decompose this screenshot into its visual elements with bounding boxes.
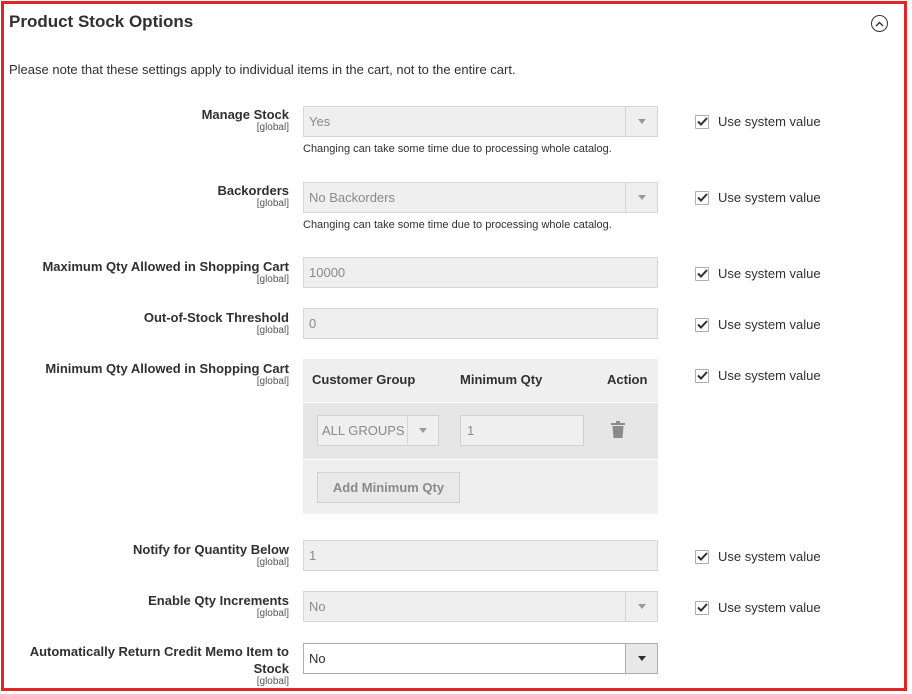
checkmark-icon	[696, 193, 708, 202]
backorders-value: No Backorders	[309, 190, 395, 205]
checkmark-icon	[696, 320, 708, 329]
collapse-button[interactable]	[871, 15, 888, 32]
min-qty-grid: Customer Group Minimum Qty Action ALL GR…	[303, 359, 658, 514]
qty-increments-select[interactable]: No	[303, 591, 658, 622]
backorders-hint: Changing can take some time due to proce…	[303, 219, 612, 231]
oos-threshold-scope: [global]	[256, 325, 289, 336]
manage-stock-scope: [global]	[256, 122, 289, 133]
return-credit-memo-select[interactable]: No	[303, 643, 658, 674]
notify-qty-input[interactable]: 1	[303, 540, 658, 571]
chevron-down-icon	[625, 592, 657, 621]
manage-stock-label-text: Manage Stock	[201, 107, 289, 122]
checkbox-checked[interactable]	[695, 368, 709, 383]
notify-qty-use-system[interactable]: Use system value	[695, 549, 821, 564]
max-qty-value: 10000	[309, 265, 346, 280]
max-qty-use-system[interactable]: Use system value	[695, 266, 821, 281]
max-qty-label: Maximum Qty Allowed in Shopping Cart [gl…	[9, 258, 289, 285]
trash-icon[interactable]	[611, 421, 625, 443]
manage-stock-select[interactable]: Yes	[303, 106, 658, 137]
oos-threshold-input[interactable]: 0	[303, 308, 658, 339]
checkbox-checked[interactable]	[695, 549, 709, 564]
checkbox-checked[interactable]	[695, 317, 709, 332]
minimum-qty-input[interactable]: 1	[460, 415, 584, 446]
oos-threshold-label: Out-of-Stock Threshold [global]	[9, 309, 289, 336]
use-system-label: Use system value	[718, 368, 821, 383]
manage-stock-label: Manage Stock [global]	[9, 106, 289, 133]
min-qty-scope: [global]	[256, 376, 289, 387]
highlight-frame	[1, 1, 907, 691]
checkmark-icon	[696, 371, 708, 380]
min-qty-label-text: Minimum Qty Allowed in Shopping Cart	[45, 361, 289, 376]
column-header-action: Action	[607, 372, 648, 387]
table-row: ALL GROUPS 1	[303, 402, 658, 460]
backorders-select[interactable]: No Backorders	[303, 182, 658, 213]
return-credit-memo-value: No	[309, 651, 326, 666]
manage-stock-hint: Changing can take some time due to proce…	[303, 143, 612, 155]
use-system-label: Use system value	[718, 266, 821, 281]
min-qty-use-system[interactable]: Use system value	[695, 368, 821, 383]
backorders-use-system[interactable]: Use system value	[695, 190, 821, 205]
notify-qty-scope: [global]	[256, 557, 289, 568]
manage-stock-use-system[interactable]: Use system value	[695, 114, 821, 129]
oos-threshold-label-text: Out-of-Stock Threshold	[143, 310, 289, 325]
checkbox-checked[interactable]	[695, 600, 709, 615]
return-credit-memo-label-line2: Stock	[253, 661, 289, 676]
chevron-down-icon	[625, 183, 657, 212]
oos-threshold-value: 0	[309, 316, 317, 331]
section-title: Product Stock Options	[9, 12, 194, 31]
max-qty-input[interactable]: 10000	[303, 257, 658, 288]
chevron-down-icon	[625, 644, 657, 673]
use-system-label: Use system value	[718, 190, 821, 205]
notify-qty-value: 1	[309, 548, 317, 563]
return-credit-memo-scope: [global]	[256, 676, 289, 687]
return-credit-memo-label-line1: Automatically Return Credit Memo Item to	[29, 644, 289, 659]
checkbox-checked[interactable]	[695, 190, 709, 205]
customer-group-value: ALL GROUPS	[322, 423, 405, 438]
checkmark-icon	[696, 552, 708, 561]
max-qty-scope: [global]	[256, 274, 289, 285]
min-qty-label: Minimum Qty Allowed in Shopping Cart [gl…	[9, 360, 289, 387]
use-system-label: Use system value	[718, 549, 821, 564]
oos-threshold-use-system[interactable]: Use system value	[695, 317, 821, 332]
settings-note: Please note that these settings apply to…	[9, 62, 516, 77]
backorders-label: Backorders [global]	[9, 182, 289, 209]
add-minimum-qty-button[interactable]: Add Minimum Qty	[317, 472, 460, 503]
max-qty-label-text: Maximum Qty Allowed in Shopping Cart	[42, 259, 289, 274]
use-system-label: Use system value	[718, 600, 821, 615]
qty-increments-scope: [global]	[256, 608, 289, 619]
checkmark-icon	[696, 603, 708, 612]
checkmark-icon	[696, 117, 708, 126]
backorders-scope: [global]	[256, 198, 289, 209]
chevron-down-icon	[407, 416, 438, 445]
use-system-label: Use system value	[718, 317, 821, 332]
chevron-up-icon	[875, 21, 884, 26]
customer-group-select[interactable]: ALL GROUPS	[317, 415, 439, 446]
checkbox-checked[interactable]	[695, 114, 709, 129]
chevron-down-icon	[625, 107, 657, 136]
notify-qty-label-text: Notify for Quantity Below	[133, 542, 289, 557]
backorders-label-text: Backorders	[217, 183, 289, 198]
use-system-label: Use system value	[718, 114, 821, 129]
column-header-minimum-qty: Minimum Qty	[460, 372, 543, 387]
return-credit-memo-label: Automatically Return Credit Memo Item to…	[9, 643, 289, 687]
checkmark-icon	[696, 269, 708, 278]
column-header-customer-group: Customer Group	[312, 372, 416, 387]
notify-qty-label: Notify for Quantity Below [global]	[9, 541, 289, 568]
manage-stock-value: Yes	[309, 114, 331, 129]
qty-increments-label: Enable Qty Increments [global]	[9, 592, 289, 619]
checkbox-checked[interactable]	[695, 266, 709, 281]
minimum-qty-value: 1	[467, 423, 475, 438]
qty-increments-value: No	[309, 599, 326, 614]
qty-increments-use-system[interactable]: Use system value	[695, 600, 821, 615]
qty-increments-label-text: Enable Qty Increments	[148, 593, 289, 608]
